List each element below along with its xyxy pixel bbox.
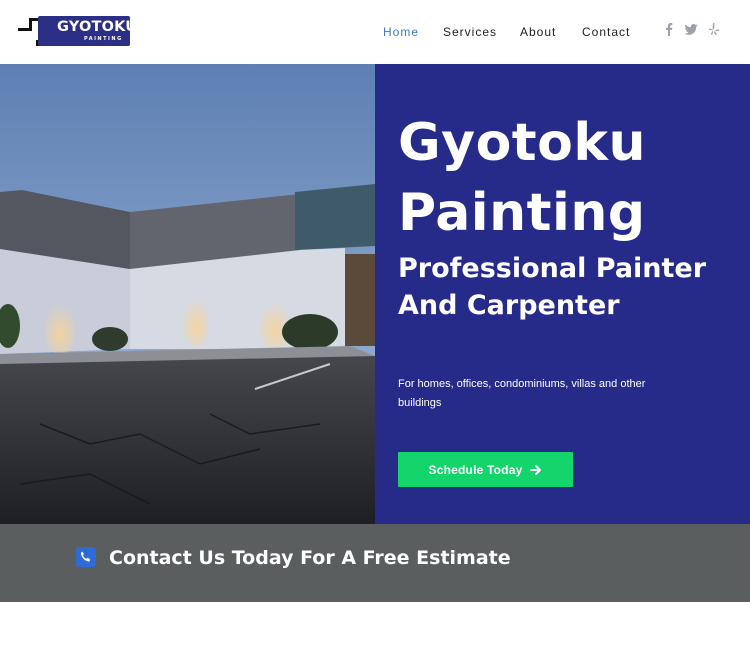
contact-bar: Contact Us Today For A Free Estimate [0, 524, 750, 602]
nav-about[interactable]: About [520, 24, 556, 40]
building-photo [0, 64, 375, 524]
facebook-icon[interactable] [662, 22, 676, 36]
site-header: GYOTOKU PAINTING Home Services About Con… [0, 0, 750, 64]
hero-section: Gyotoku Painting Professional Painter An… [0, 64, 750, 524]
hero-subtitle: Professional Painter And Carpenter [398, 253, 707, 321]
nav-home[interactable]: Home [383, 24, 419, 40]
logo-tagline: PAINTING [84, 36, 123, 42]
twitter-icon[interactable] [684, 22, 698, 36]
logo-wordmark: GYOTOKU [57, 19, 138, 35]
phone-icon[interactable] [76, 547, 96, 567]
logo[interactable]: GYOTOKU PAINTING [16, 14, 137, 48]
schedule-today-label: Schedule Today [428, 462, 523, 477]
hero-description: For homes, offices, condominiums, villas… [398, 378, 646, 409]
hero-panel: Gyotoku Painting Professional Painter An… [375, 64, 750, 524]
nav-services[interactable]: Services [443, 24, 497, 40]
contact-cta-text[interactable]: Contact Us Today For A Free Estimate [109, 546, 511, 570]
schedule-today-button[interactable]: Schedule Today [398, 452, 573, 487]
hero-title: Gyotoku Painting [398, 113, 646, 243]
nav-contact[interactable]: Contact [582, 24, 630, 40]
arrow-right-icon [530, 464, 542, 475]
yelp-icon[interactable] [707, 22, 721, 36]
